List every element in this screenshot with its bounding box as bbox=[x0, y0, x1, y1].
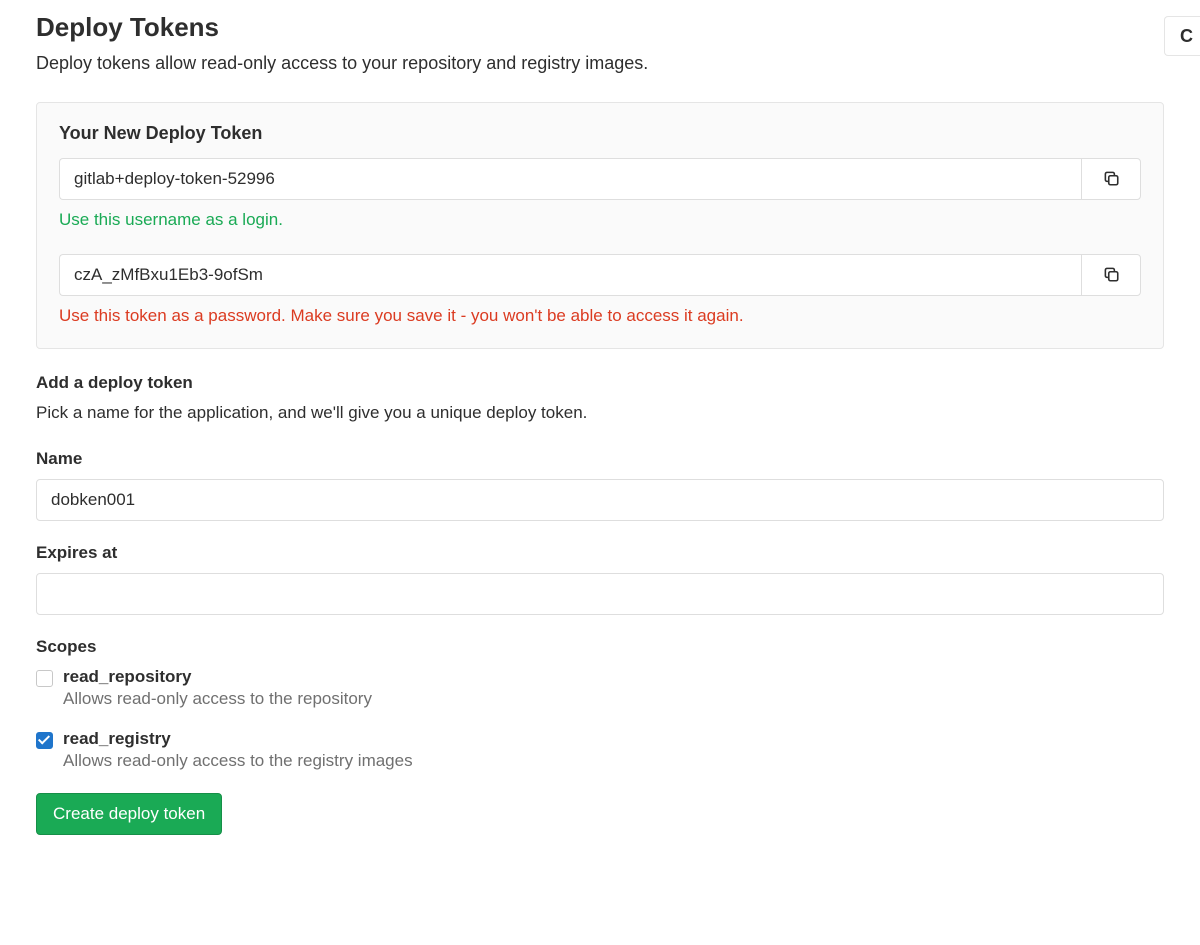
scopes-label: Scopes bbox=[36, 637, 1164, 657]
name-label: Name bbox=[36, 449, 1164, 469]
create-token-button[interactable]: Create deploy token bbox=[36, 793, 222, 835]
token-hint: Use this token as a password. Make sure … bbox=[59, 306, 1141, 326]
scope-checkbox-read-repository[interactable] bbox=[36, 670, 53, 687]
scope-name: read_registry bbox=[63, 729, 1164, 749]
username-field[interactable] bbox=[59, 158, 1081, 200]
copy-icon bbox=[1102, 169, 1120, 190]
collapse-button[interactable]: C bbox=[1164, 16, 1200, 56]
page-title: Deploy Tokens bbox=[36, 12, 1164, 43]
name-input[interactable] bbox=[36, 479, 1164, 521]
scope-desc: Allows read-only access to the repositor… bbox=[63, 689, 1164, 709]
scope-checkbox-read-registry[interactable] bbox=[36, 732, 53, 749]
expires-input[interactable] bbox=[36, 573, 1164, 615]
add-token-desc: Pick a name for the application, and we'… bbox=[36, 403, 1164, 423]
copy-token-button[interactable] bbox=[1081, 254, 1141, 296]
username-hint: Use this username as a login. bbox=[59, 210, 1141, 230]
username-group bbox=[59, 158, 1141, 200]
expires-label: Expires at bbox=[36, 543, 1164, 563]
token-group bbox=[59, 254, 1141, 296]
scope-name: read_repository bbox=[63, 667, 1164, 687]
token-field[interactable] bbox=[59, 254, 1081, 296]
copy-username-button[interactable] bbox=[1081, 158, 1141, 200]
collapse-label: C bbox=[1180, 26, 1193, 47]
scope-item-read-repository: read_repository Allows read-only access … bbox=[36, 667, 1164, 709]
new-token-panel: Your New Deploy Token Use this username … bbox=[36, 102, 1164, 349]
page-description: Deploy tokens allow read-only access to … bbox=[36, 53, 1164, 74]
panel-title: Your New Deploy Token bbox=[59, 123, 1141, 144]
add-token-title: Add a deploy token bbox=[36, 373, 1164, 393]
copy-icon bbox=[1102, 265, 1120, 286]
scope-desc: Allows read-only access to the registry … bbox=[63, 751, 1164, 771]
scope-item-read-registry: read_registry Allows read-only access to… bbox=[36, 729, 1164, 771]
